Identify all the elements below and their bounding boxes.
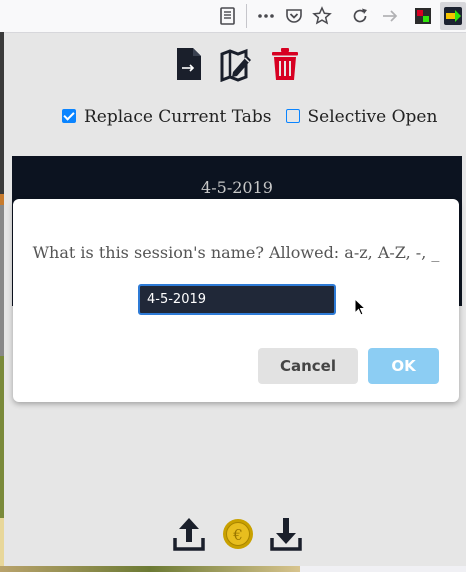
- cancel-button[interactable]: Cancel: [258, 348, 358, 384]
- mouse-cursor-icon: [354, 298, 366, 316]
- background-page-strip-bottom: [0, 566, 300, 572]
- browser-toolbar: [0, 0, 466, 33]
- donate-coin-icon[interactable]: €: [221, 516, 255, 552]
- forward-icon[interactable]: [380, 6, 400, 26]
- session-extension-button[interactable]: [440, 2, 466, 30]
- extension-icon[interactable]: [413, 6, 433, 26]
- reader-view-icon[interactable]: [218, 6, 238, 26]
- download-icon[interactable]: [269, 516, 303, 552]
- pocket-icon[interactable]: [284, 6, 304, 26]
- svg-text:€: €: [232, 526, 243, 544]
- replace-current-tabs-label[interactable]: Replace Current Tabs: [84, 107, 272, 127]
- open-options: Replace Current Tabs Selective Open: [62, 107, 451, 131]
- export-file-icon[interactable]: [172, 46, 206, 82]
- selective-open-label[interactable]: Selective Open: [308, 107, 438, 127]
- dialog-question: What is this session's name? Allowed: a-…: [32, 243, 440, 262]
- trash-icon[interactable]: [268, 46, 302, 82]
- selective-open-checkbox[interactable]: [285, 109, 300, 123]
- session-name-dialog: What is this session's name? Allowed: a-…: [13, 199, 459, 402]
- reload-icon[interactable]: [350, 6, 370, 26]
- more-icon[interactable]: [256, 6, 276, 26]
- session-name-input[interactable]: 4-5-2019: [138, 284, 336, 315]
- session-extension-icon: [444, 7, 462, 25]
- bookmark-star-icon[interactable]: [312, 6, 332, 26]
- session-item[interactable]: 4-5-2019: [12, 178, 462, 197]
- replace-current-tabs-checkbox[interactable]: [62, 109, 76, 123]
- toolbar-separator: [246, 4, 247, 28]
- edit-map-icon[interactable]: [219, 46, 253, 82]
- ok-button[interactable]: OK: [368, 348, 439, 384]
- upload-icon[interactable]: [172, 516, 206, 552]
